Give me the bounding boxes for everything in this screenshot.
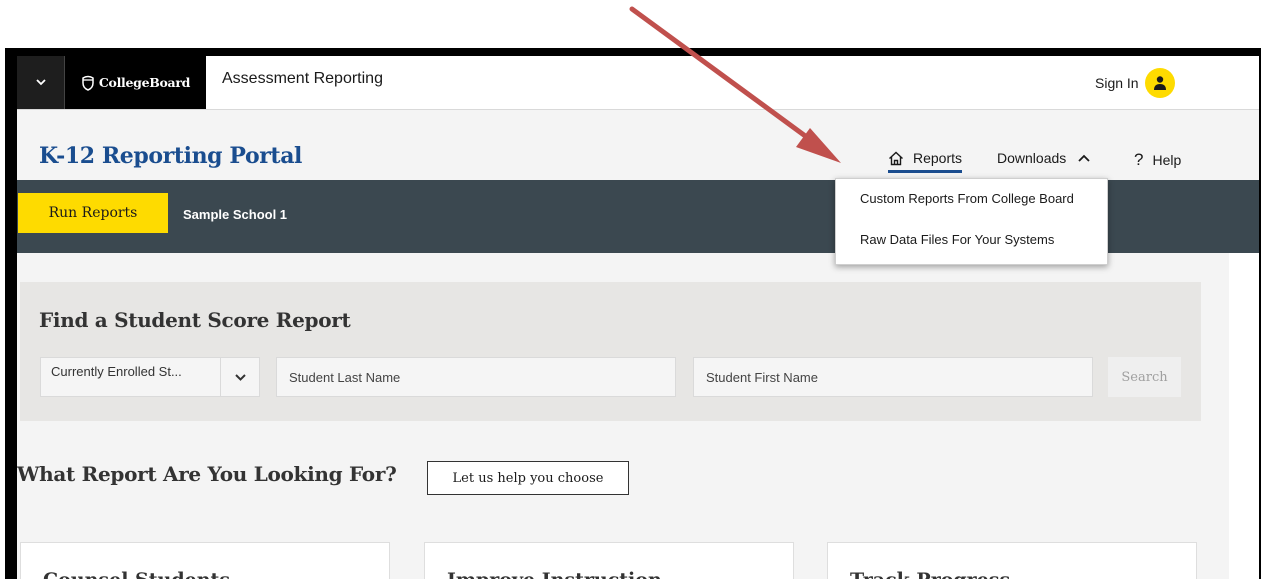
menu-toggle[interactable] <box>17 56 65 109</box>
acorn-icon <box>82 75 94 91</box>
home-icon <box>889 151 903 165</box>
student-last-name-input[interactable] <box>276 357 676 397</box>
browser-frame: CollegeBoard Assessment Reporting Sign I… <box>5 48 1261 579</box>
reports-section-title: What Report Are You Looking For? <box>17 462 397 486</box>
top-bar: CollegeBoard Assessment Reporting Sign I… <box>17 56 1259 110</box>
sign-in-label: Sign In <box>1095 75 1139 91</box>
menu-item-raw-data-files[interactable]: Raw Data Files For Your Systems <box>860 232 1054 247</box>
nav-downloads-label: Downloads <box>997 150 1067 166</box>
chevron-up-icon <box>1078 154 1090 162</box>
report-card-counsel-students[interactable]: Counsel Students <box>20 542 390 579</box>
run-reports-button[interactable]: Run Reports <box>18 193 168 233</box>
card-title: Track Progress <box>850 569 1010 579</box>
chevron-down-icon <box>35 79 46 86</box>
nav-downloads[interactable]: Downloads <box>997 150 1090 166</box>
page-viewport: CollegeBoard Assessment Reporting Sign I… <box>17 56 1259 579</box>
collegeboard-logo[interactable]: CollegeBoard <box>65 56 206 109</box>
sign-in-link[interactable]: Sign In <box>1095 68 1175 98</box>
help-choose-button[interactable]: Let us help you choose <box>427 461 629 495</box>
menu-item-custom-reports[interactable]: Custom Reports From College Board <box>860 191 1074 206</box>
report-card-track-progress[interactable]: Track Progress <box>827 542 1197 579</box>
nav-reports-label: Reports <box>913 150 963 166</box>
enrollment-select[interactable]: Currently Enrolled St... <box>40 357 260 397</box>
school-name: Sample School 1 <box>183 207 288 222</box>
brand-name: CollegeBoard <box>98 75 191 90</box>
nav-help-label: Help <box>1152 152 1182 168</box>
nav-reports[interactable]: Reports <box>888 150 963 173</box>
chevron-down-icon[interactable] <box>220 358 259 396</box>
student-search-panel: Find a Student Score Report Currently En… <box>20 282 1201 421</box>
user-icon[interactable] <box>1144 68 1175 98</box>
card-title: Counsel Students <box>43 569 230 579</box>
app-name: Assessment Reporting <box>222 70 383 87</box>
search-button[interactable]: Search <box>1108 357 1181 397</box>
search-title: Find a Student Score Report <box>39 308 351 332</box>
report-card-improve-instruction[interactable]: Improve Instruction <box>424 542 794 579</box>
card-title: Improve Instruction <box>447 569 662 579</box>
downloads-dropdown-menu: Custom Reports From College Board Raw Da… <box>835 178 1108 265</box>
portal-title[interactable]: K-12 Reporting Portal <box>39 143 302 169</box>
student-first-name-input[interactable] <box>693 357 1093 397</box>
right-gutter <box>1229 253 1259 579</box>
nav-help[interactable]: ? Help <box>1134 150 1181 170</box>
question-icon: ? <box>1134 150 1144 169</box>
enrollment-selected-value: Currently Enrolled St... <box>51 363 182 379</box>
